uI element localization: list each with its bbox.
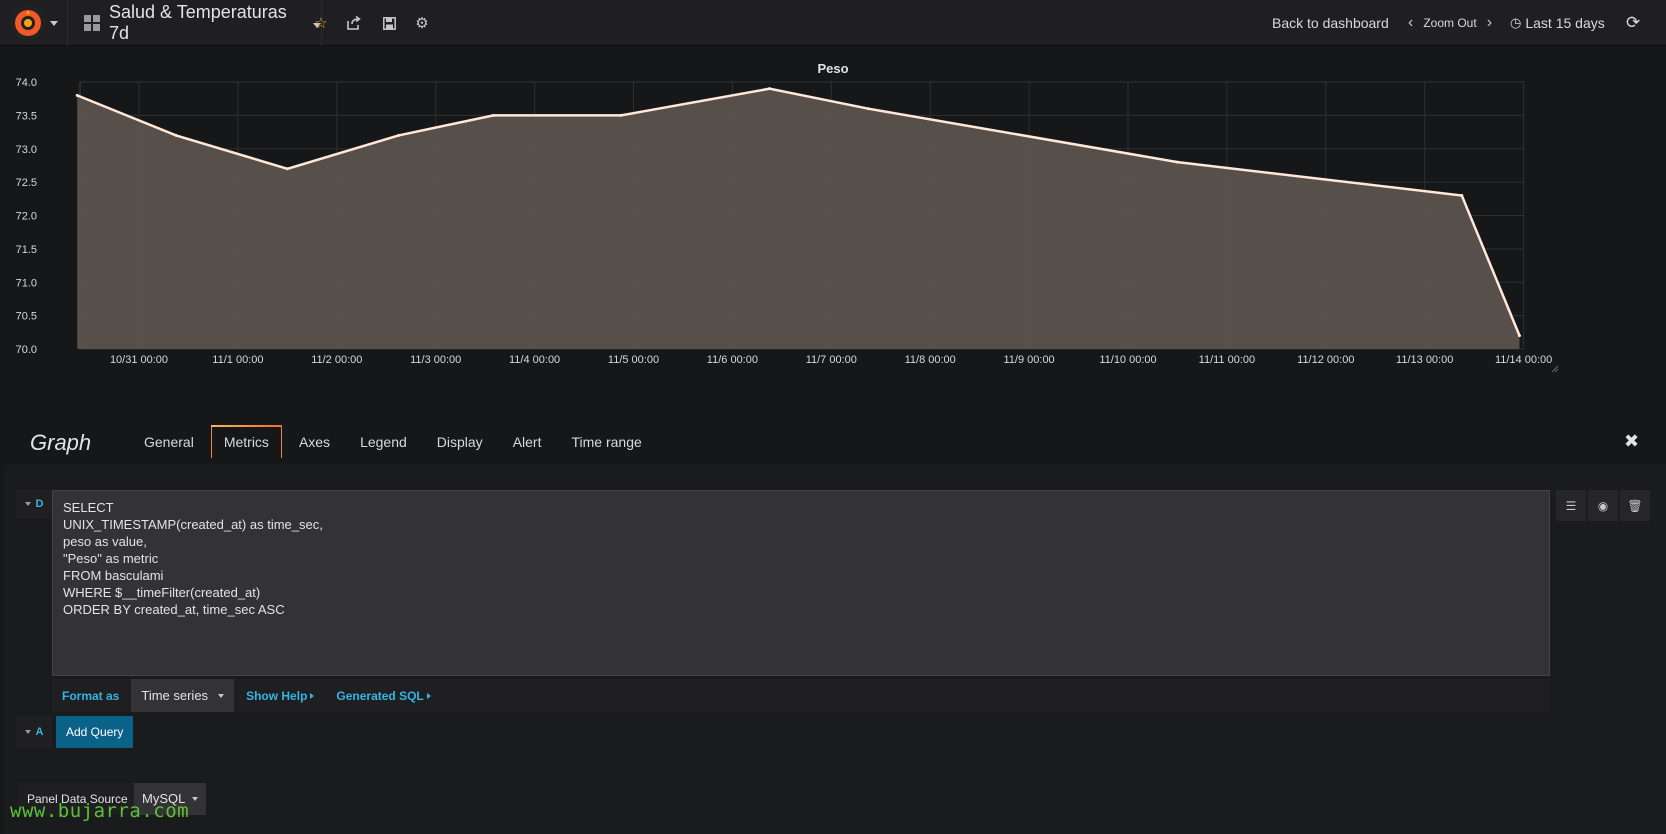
chevron-down-icon	[218, 693, 225, 698]
zoom-controls: ‹ Zoom Out ›	[1398, 0, 1502, 46]
query-ref-letter: D	[35, 498, 44, 510]
format-select-value: Time series	[141, 688, 209, 703]
format-as-label: Format as	[52, 679, 130, 712]
add-query-row-toggle[interactable]: A	[16, 716, 52, 748]
chevron-right-icon[interactable]: ›	[1487, 14, 1492, 32]
add-query-button[interactable]: Add Query	[56, 716, 134, 748]
data-point	[75, 93, 79, 97]
generated-sql-link[interactable]: Generated SQL	[326, 679, 441, 712]
sql-query-editor[interactable]: SELECT UNIX_TIMESTAMP(created_at) as tim…	[52, 490, 1550, 676]
y-tick-label: 71.0	[16, 277, 37, 289]
x-tick-label: 11/12 00:00	[1297, 354, 1354, 366]
star-icon[interactable]: ☆	[311, 13, 331, 33]
tab-alert[interactable]: Alert	[500, 425, 555, 458]
editor-tabs: General Metrics Axes Legend Display Alert Time…	[131, 425, 659, 458]
tab-display[interactable]: Display	[424, 425, 496, 458]
query-options-bar: Format as Time series Show Help Generate…	[52, 679, 1550, 712]
tab-general[interactable]: General	[131, 425, 207, 458]
grafana-logo-icon	[10, 5, 46, 41]
back-to-dashboard-button[interactable]: Back to dashboard	[1272, 0, 1389, 46]
menu-icon[interactable]: ☰	[1556, 490, 1586, 521]
x-tick-label: 11/4 00:00	[509, 354, 560, 366]
x-tick-label: 11/10 00:00	[1099, 354, 1156, 366]
share-icon[interactable]	[344, 13, 364, 33]
y-tick-label: 71.5	[16, 244, 37, 256]
caret-right-icon	[426, 692, 431, 699]
data-point	[491, 113, 495, 117]
panel-title[interactable]: Peso	[0, 61, 1666, 76]
eye-icon[interactable]: ◉	[1588, 490, 1618, 521]
x-tick-label: 11/8 00:00	[905, 354, 956, 366]
format-select[interactable]: Time series	[131, 679, 235, 712]
y-tick-label: 70.5	[16, 311, 37, 323]
top-navbar: Salud & Temperaturas 7d ☆ ⚙ Back to dash…	[0, 0, 1666, 46]
tab-time-range[interactable]: Time range	[558, 425, 654, 458]
dashboard-picker[interactable]: Salud & Temperaturas 7d	[70, 0, 322, 46]
y-tick-label: 74.0	[16, 78, 37, 89]
x-tick-label: 11/2 00:00	[311, 354, 362, 366]
zoom-out-button[interactable]: Zoom Out	[1423, 16, 1476, 30]
tab-legend[interactable]: Legend	[347, 425, 420, 458]
y-tick-label: 70.0	[16, 344, 37, 356]
data-point	[1460, 193, 1464, 197]
refresh-icon[interactable]: ⟳	[1626, 0, 1640, 46]
watermark: www.bujarra.com	[10, 800, 190, 822]
x-tick-label: 11/3 00:00	[410, 354, 461, 366]
data-point	[285, 167, 289, 171]
x-tick-label: 11/5 00:00	[608, 354, 659, 366]
caret-down-icon	[24, 502, 31, 506]
show-help-label: Show Help	[246, 688, 308, 703]
show-help-link[interactable]: Show Help	[236, 679, 325, 712]
y-tick-label: 72.5	[16, 177, 37, 189]
x-tick-label: 11/7 00:00	[806, 354, 857, 366]
trash-icon[interactable]: 🗑	[1620, 490, 1650, 521]
chevron-down-icon	[192, 797, 199, 801]
close-editor-icon[interactable]: ✖	[1624, 431, 1639, 452]
query-row-actions: ☰ ◉ 🗑	[1554, 490, 1650, 521]
y-tick-label: 72.0	[16, 211, 37, 223]
x-tick-label: 11/1 00:00	[212, 354, 263, 366]
dashboard-grid-icon	[84, 15, 100, 31]
x-tick-label: 11/6 00:00	[707, 354, 758, 366]
y-tick-label: 73.0	[16, 144, 37, 156]
data-point	[397, 133, 401, 137]
caret-down-icon	[24, 730, 31, 734]
tab-metrics[interactable]: Metrics	[210, 425, 283, 458]
resize-handle-icon[interactable]	[1551, 365, 1559, 373]
data-point	[1517, 334, 1521, 338]
save-icon[interactable]	[379, 13, 399, 33]
y-tick-label: 73.5	[16, 110, 37, 122]
editor-title: Graph	[30, 430, 92, 455]
add-row-letter: A	[35, 726, 44, 738]
graph-chart: 74.0 73.5 73.0 72.5 72.0 71.5 71.0 70.5 70.0 10/3…	[16, 78, 1559, 373]
dashboard-title: Salud & Temperaturas 7d	[109, 2, 287, 43]
chevron-down-icon	[50, 20, 58, 26]
chevron-left-icon[interactable]: ‹	[1408, 14, 1413, 32]
grafana-menu[interactable]	[0, 0, 68, 46]
time-range-picker[interactable]: ◷ Last 15 days	[1510, 0, 1605, 46]
x-tick-label: 11/13 00:00	[1396, 354, 1453, 366]
time-range-label: Last 15 days	[1525, 15, 1605, 31]
x-tick-label: 11/14 00:00	[1495, 354, 1552, 366]
data-point	[767, 87, 771, 91]
data-point	[619, 113, 623, 117]
settings-gear-icon[interactable]: ⚙	[412, 13, 432, 33]
panel-editor-header: Graph General Metrics Axes Legend Display Ale…	[0, 420, 1666, 465]
data-point	[1175, 160, 1179, 164]
tab-axes[interactable]: Axes	[286, 425, 343, 458]
series-area	[77, 88, 1520, 349]
clock-icon: ◷	[1510, 15, 1522, 30]
x-tick-label: 11/9 00:00	[1004, 354, 1055, 366]
x-tick-label: 11/11 00:00	[1199, 354, 1255, 366]
data-point	[866, 107, 870, 111]
x-tick-label: 10/31 00:00	[110, 354, 168, 366]
data-point	[174, 133, 178, 137]
generated-sql-label: Generated SQL	[336, 688, 424, 703]
back-to-dashboard-label: Back to dashboard	[1272, 15, 1389, 31]
caret-right-icon	[310, 692, 315, 699]
query-row-toggle[interactable]: D	[16, 490, 52, 518]
